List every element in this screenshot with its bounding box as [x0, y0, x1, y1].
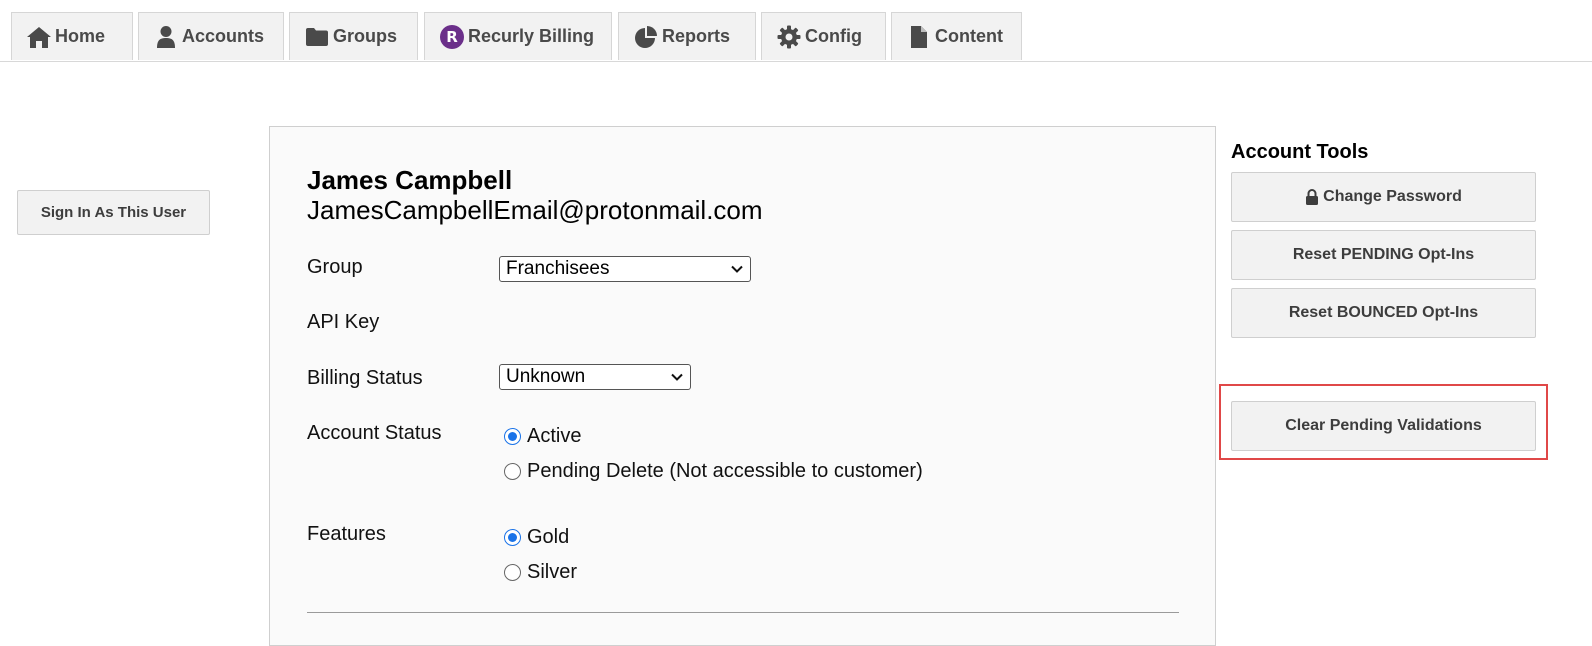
group-select-value: Franchisees: [506, 258, 610, 279]
pie-chart-icon: [633, 24, 659, 50]
features-gold-option[interactable]: Gold: [504, 526, 569, 549]
file-icon: [906, 24, 932, 50]
api-key-label: API Key: [307, 311, 380, 333]
reset-pending-opt-ins-button[interactable]: Reset PENDING Opt-Ins: [1231, 230, 1536, 280]
radio-silver[interactable]: [504, 564, 521, 581]
tab-label: Groups: [333, 26, 398, 46]
recurly-icon: R: [439, 24, 465, 50]
features-label: Features: [307, 523, 386, 545]
tab-label: Home: [55, 26, 106, 46]
tab-label: Content: [935, 26, 1003, 46]
tab-label: Recurly Billing: [468, 26, 595, 46]
change-password-button[interactable]: Change Password: [1231, 172, 1536, 222]
tab-label: Accounts: [182, 26, 265, 46]
section-divider: [307, 612, 1179, 613]
radio-label: Active: [527, 425, 582, 447]
user-icon: [153, 24, 179, 50]
tab-recurly-billing[interactable]: R Recurly Billing: [424, 12, 612, 60]
highlight-annotation: [1219, 384, 1548, 460]
change-password-label: Change Password: [1323, 188, 1462, 205]
reset-bounced-opt-ins-button[interactable]: Reset BOUNCED Opt-Ins: [1231, 288, 1536, 338]
radio-pending-delete[interactable]: [504, 463, 521, 480]
sign-in-as-user-button[interactable]: Sign In As This User: [17, 190, 210, 235]
gear-icon: [776, 24, 802, 50]
account-status-active-option[interactable]: Active: [504, 425, 581, 448]
account-email: JamesCampbellEmail@protonmail.com: [307, 195, 763, 225]
main-nav-tabs: Home Accounts Groups R Recurly Billing R…: [0, 0, 1592, 62]
radio-active[interactable]: [504, 428, 521, 445]
tab-reports[interactable]: Reports: [618, 12, 756, 60]
account-status-pending-delete-option[interactable]: Pending Delete (Not accessible to custom…: [504, 460, 923, 483]
folder-icon: [304, 24, 330, 50]
tab-label: Reports: [662, 26, 731, 46]
group-label: Group: [307, 256, 363, 278]
account-details-panel: James Campbell JamesCampbellEmail@proton…: [269, 126, 1216, 646]
billing-status-value: Unknown: [506, 366, 586, 387]
tab-home[interactable]: Home: [11, 12, 133, 60]
radio-gold[interactable]: [504, 529, 521, 546]
account-tools-title: Account Tools: [1231, 141, 1369, 163]
radio-label: Pending Delete (Not accessible to custom…: [527, 460, 923, 482]
home-icon: [26, 24, 52, 50]
chevron-down-icon: [671, 373, 683, 381]
billing-status-label: Billing Status: [307, 367, 423, 389]
tab-groups[interactable]: Groups: [289, 12, 418, 60]
account-name: James Campbell: [307, 165, 513, 195]
tab-accounts[interactable]: Accounts: [138, 12, 284, 60]
tab-content[interactable]: Content: [891, 12, 1022, 60]
lock-icon: [1305, 189, 1319, 205]
radio-label: Gold: [527, 526, 570, 548]
billing-status-select[interactable]: Unknown: [499, 364, 691, 390]
account-status-label: Account Status: [307, 422, 442, 444]
chevron-down-icon: [731, 265, 743, 273]
features-silver-option[interactable]: Silver: [504, 561, 577, 584]
group-select[interactable]: Franchisees: [499, 256, 751, 282]
tab-config[interactable]: Config: [761, 12, 886, 60]
radio-label: Silver: [527, 561, 578, 583]
recurly-badge: R: [440, 24, 464, 49]
tab-label: Config: [805, 26, 862, 46]
